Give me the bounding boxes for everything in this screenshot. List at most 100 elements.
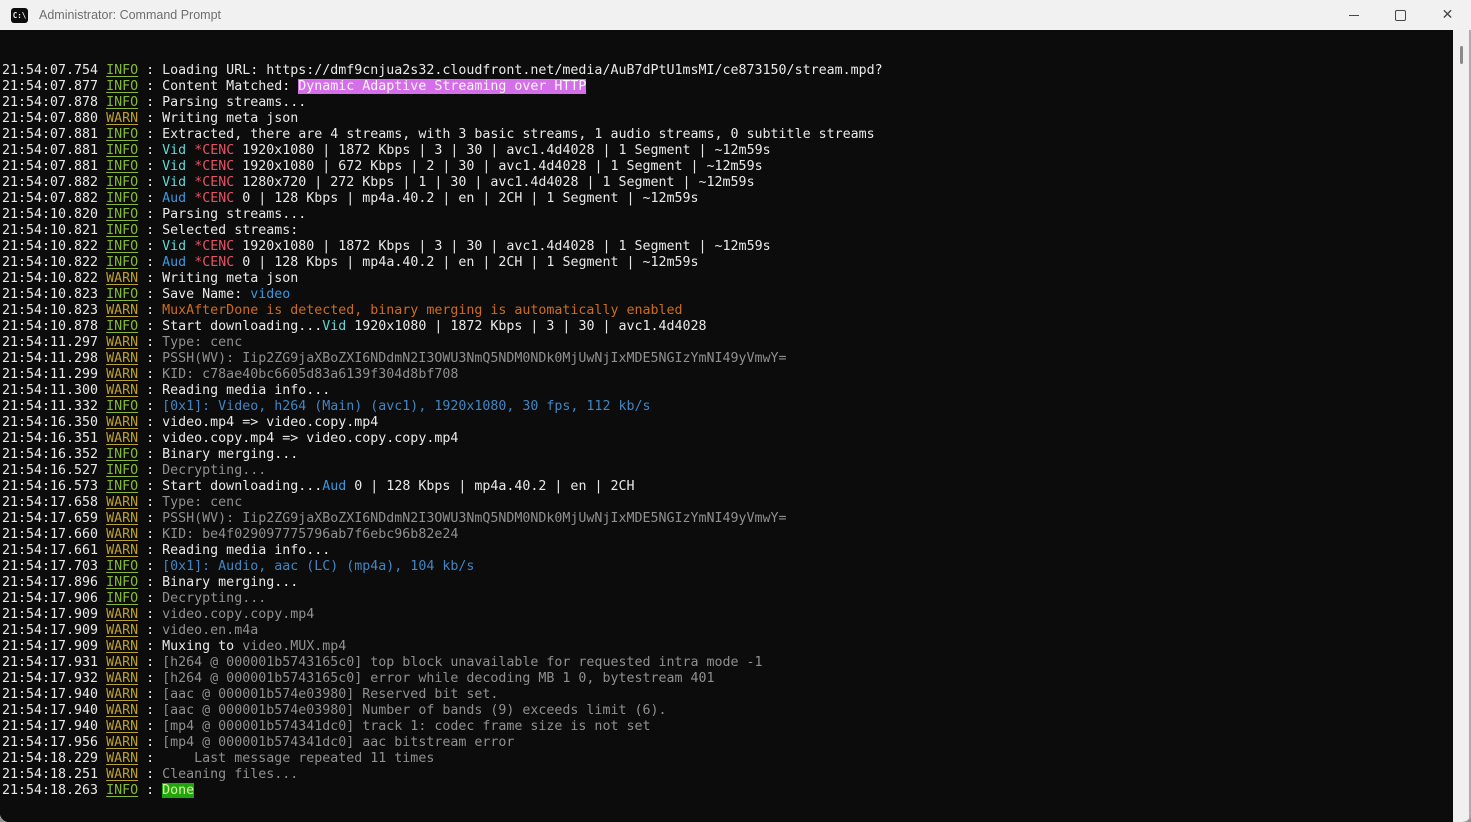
- log-level-badge: INFO: [106, 447, 139, 462]
- log-level-badge: WARN: [106, 623, 139, 638]
- log-level-badge: WARN: [106, 767, 139, 782]
- log-timestamp: 21:54:17.896: [2, 575, 107, 590]
- log-line: 21:54:07.881 INFO : Vid *CENC 1920x1080 …: [2, 159, 1453, 175]
- log-separator: :: [138, 703, 163, 718]
- log-timestamp: 21:54:10.820: [2, 207, 107, 222]
- log-message-segment: [186, 191, 194, 206]
- log-separator: :: [138, 751, 163, 766]
- log-level-badge: INFO: [106, 559, 139, 574]
- log-message-segment: *CENC: [194, 255, 235, 270]
- log-line: 21:54:17.932 WARN : [h264 @ 000001b57431…: [2, 671, 1453, 687]
- log-separator: :: [138, 543, 163, 558]
- log-level-badge: WARN: [106, 719, 139, 734]
- log-line: 21:54:10.822 INFO : Aud *CENC 0 | 128 Kb…: [2, 255, 1453, 271]
- log-level-badge: WARN: [106, 335, 139, 350]
- log-timestamp: 21:54:17.909: [2, 639, 107, 654]
- console-output[interactable]: 21:54:07.754 INFO : Loading URL: https:/…: [0, 30, 1453, 822]
- log-level-badge: WARN: [106, 527, 139, 542]
- log-timestamp: 21:54:17.660: [2, 527, 107, 542]
- log-message-segment: Parsing streams...: [162, 95, 307, 110]
- maximize-button[interactable]: [1377, 0, 1424, 30]
- log-level-badge: INFO: [106, 95, 139, 110]
- log-level-badge: INFO: [106, 591, 139, 606]
- log-message-segment: 1920x1080 | 672 Kbps | 2 | 30 | avc1.4d4…: [234, 159, 763, 174]
- log-message-segment: [aac @ 000001b574e03980] Reserved bit se…: [162, 687, 499, 702]
- log-timestamp: 21:54:17.909: [2, 607, 107, 622]
- log-message-segment: Decrypting...: [162, 463, 267, 478]
- log-message-segment: 1920x1080 | 1872 Kbps | 3 | 30 | avc1.4d…: [234, 239, 771, 254]
- log-timestamp: 21:54:16.352: [2, 447, 107, 462]
- minimize-icon: [1348, 14, 1359, 16]
- log-timestamp: 21:54:18.229: [2, 751, 107, 766]
- log-line: 21:54:11.300 WARN : Reading media info..…: [2, 383, 1453, 399]
- log-level-badge: WARN: [106, 351, 139, 366]
- log-level-badge: WARN: [106, 751, 139, 766]
- log-message-segment: Cleaning files...: [162, 767, 299, 782]
- log-timestamp: 21:54:07.881: [2, 143, 107, 158]
- log-message-segment: Writing meta json: [162, 271, 299, 286]
- log-level-badge: WARN: [106, 415, 139, 430]
- log-level-badge: INFO: [106, 575, 139, 590]
- titlebar[interactable]: C:\ Administrator: Command Prompt ✕: [0, 0, 1471, 30]
- log-level-badge: INFO: [106, 223, 139, 238]
- log-line: 21:54:07.882 INFO : Aud *CENC 0 | 128 Kb…: [2, 191, 1453, 207]
- log-message-segment: KID: be4f029097775796ab7f6ebc96b82e24: [162, 527, 459, 542]
- scrollbar-thumb[interactable]: [1460, 46, 1463, 64]
- log-separator: :: [138, 399, 163, 414]
- log-separator: :: [138, 719, 163, 734]
- log-message-segment: Binary merging...: [162, 447, 299, 462]
- log-separator: :: [138, 255, 163, 270]
- scrollbar[interactable]: [1453, 30, 1471, 822]
- log-timestamp: 21:54:10.821: [2, 223, 107, 238]
- log-separator: :: [138, 511, 163, 526]
- log-line: 21:54:07.880 WARN : Writing meta json: [2, 111, 1453, 127]
- close-button[interactable]: ✕: [1424, 0, 1471, 30]
- log-level-badge: INFO: [106, 287, 139, 302]
- log-message-segment: *CENC: [194, 239, 235, 254]
- log-timestamp: 21:54:07.878: [2, 95, 107, 110]
- log-line: 21:54:17.956 WARN : [mp4 @ 000001b574341…: [2, 735, 1453, 751]
- log-line: 21:54:17.659 WARN : PSSH(WV): Iip2ZG9jaX…: [2, 511, 1453, 527]
- window-title: Administrator: Command Prompt: [39, 8, 222, 22]
- log-timestamp: 21:54:07.882: [2, 175, 107, 190]
- log-timestamp: 21:54:17.932: [2, 671, 107, 686]
- log-level-badge: INFO: [106, 159, 139, 174]
- log-message-segment: Done: [162, 783, 195, 798]
- log-level-badge: WARN: [106, 511, 139, 526]
- log-timestamp: 21:54:10.822: [2, 271, 107, 286]
- log-line: 21:54:17.909 WARN : video.en.m4a: [2, 623, 1453, 639]
- log-message-segment: *CENC: [194, 159, 235, 174]
- log-message-segment: 1920x1080 | 1872 Kbps | 3 | 30 | avc1.4d…: [234, 143, 771, 158]
- log-line: 21:54:07.877 INFO : Content Matched: Dyn…: [2, 79, 1453, 95]
- log-separator: :: [138, 463, 163, 478]
- log-message-segment: Muxing to: [162, 639, 243, 654]
- log-line: 21:54:16.352 INFO : Binary merging...: [2, 447, 1453, 463]
- log-timestamp: 21:54:11.332: [2, 399, 107, 414]
- log-message-segment: PSSH(WV): Iip2ZG9jaXBoZXI6NDdmN2I3OWU3Nm…: [162, 511, 787, 526]
- log-message-segment: Content Matched:: [162, 79, 299, 94]
- log-separator: :: [138, 287, 163, 302]
- log-level-badge: INFO: [106, 63, 139, 78]
- log-separator: :: [138, 783, 163, 798]
- log-timestamp: 21:54:10.823: [2, 287, 107, 302]
- log-separator: :: [138, 495, 163, 510]
- log-line: 21:54:10.823 WARN : MuxAfterDone is dete…: [2, 303, 1453, 319]
- log-timestamp: 21:54:16.573: [2, 479, 107, 494]
- log-message-segment: Aud: [322, 479, 347, 494]
- log-level-badge: WARN: [106, 671, 139, 686]
- log-message-segment: Vid: [162, 159, 187, 174]
- log-line: 21:54:16.351 WARN : video.copy.mp4 => vi…: [2, 431, 1453, 447]
- log-separator: :: [138, 351, 163, 366]
- log-separator: :: [138, 527, 163, 542]
- minimize-button[interactable]: [1330, 0, 1377, 30]
- log-level-badge: INFO: [106, 175, 139, 190]
- log-level-badge: INFO: [106, 463, 139, 478]
- log-message-segment: 1280x720 | 272 Kbps | 1 | 30 | avc1.4d40…: [234, 175, 755, 190]
- log-level-badge: WARN: [106, 639, 139, 654]
- log-separator: :: [138, 607, 163, 622]
- close-icon: ✕: [1441, 7, 1454, 23]
- log-message-segment: [186, 175, 194, 190]
- log-separator: :: [138, 95, 163, 110]
- log-line: 21:54:16.527 INFO : Decrypting...: [2, 463, 1453, 479]
- log-level-badge: WARN: [106, 703, 139, 718]
